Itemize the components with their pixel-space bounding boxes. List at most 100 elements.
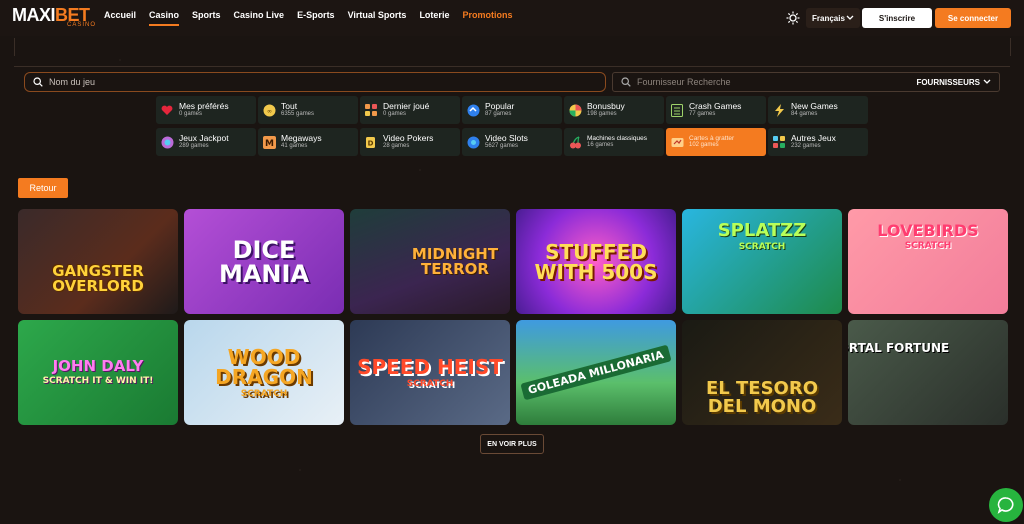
category-label: Jeux Jackpot [179, 133, 229, 144]
category-label: Crash Games [689, 101, 742, 112]
category-count: 84 games [791, 111, 818, 118]
game-title: Dice Mania [218, 235, 310, 288]
game-title: El Tesoro del Mono [705, 377, 819, 417]
category-megaways[interactable]: M Megaways 41 games [258, 128, 358, 156]
game-tile-goleada-millonaria[interactable]: Goleada Millonaria [516, 320, 676, 425]
category-last-played[interactable]: Dernier joué 0 games [360, 96, 460, 124]
category-count: 16 games [587, 142, 614, 149]
category-all[interactable]: ∞ Tout 6355 games [258, 96, 358, 124]
games-grid: Gangster Overlord Dice Mania Midnight Te… [18, 209, 1008, 425]
signup-button[interactable]: S'inscrire [862, 8, 932, 28]
chat-icon [997, 497, 1014, 514]
game-subtitle: Scratch [406, 378, 454, 389]
nav-virtual-sports[interactable]: Virtual Sports [348, 10, 407, 26]
category-grid: Mes préférés 0 games ∞ Tout 6355 games Der… [156, 96, 870, 156]
provider-search-input[interactable] [637, 77, 917, 87]
category-crash-games[interactable]: Crash Games 77 games [666, 96, 766, 124]
game-tile-john-daly[interactable]: John Daly Scratch it & win it! [18, 320, 178, 425]
category-jackpot[interactable]: Jeux Jackpot 289 games [156, 128, 256, 156]
category-video-slots[interactable]: Video Slots 5627 games [462, 128, 562, 156]
language-label: Français [812, 13, 845, 23]
game-title: Splatzz [717, 219, 807, 241]
category-count: 232 games [791, 143, 821, 150]
section-divider [14, 66, 1010, 67]
chevron-down-icon [983, 79, 991, 84]
game-search-input[interactable] [49, 77, 597, 87]
top-header: MAXIBET CASINO Accueil Casino Sports Cas… [0, 0, 1024, 36]
all-icon: ∞ [262, 103, 276, 117]
category-count: 289 games [179, 143, 209, 150]
game-title: Gangster Overlord [52, 261, 144, 295]
game-title: Lovebirds [877, 220, 979, 240]
nav-promotions[interactable]: Promotions [462, 10, 512, 26]
game-tile-speed-heist[interactable]: Speed Heist Scratch [350, 320, 510, 425]
category-label: Cartes à gratter [689, 135, 735, 143]
category-count: 0 games [383, 111, 407, 118]
providers-label: FOURNISSEURS [916, 77, 980, 87]
divider-right [1010, 38, 1011, 56]
category-new-games[interactable]: New Games 84 games [768, 96, 868, 124]
nav-sports[interactable]: Sports [192, 10, 221, 26]
category-popular[interactable]: Popular 87 games [462, 96, 562, 124]
game-tile-gangster-overlord[interactable]: Gangster Overlord [18, 209, 178, 314]
category-scratch-cards[interactable]: Cartes à gratter 102 games [666, 128, 766, 156]
category-label: Dernier joué [383, 101, 430, 112]
scratch-icon [670, 135, 684, 149]
providers-dropdown[interactable]: FOURNISSEURS [916, 78, 991, 87]
search-icon [621, 77, 631, 87]
poker-icon: D [364, 135, 378, 149]
game-title: Mortal Fortune [848, 340, 950, 355]
grid-icon [364, 103, 378, 117]
game-subtitle: Scratch [240, 388, 288, 399]
game-title: Stuffed with 500s [534, 239, 658, 284]
game-title: Midnight Terror [411, 244, 499, 278]
game-tile-splatzz[interactable]: Splatzz Scratch [682, 209, 842, 314]
nav-esports[interactable]: E-Sports [297, 10, 335, 26]
category-count: 41 games [281, 143, 308, 150]
category-label: Popular [485, 101, 515, 112]
chevron-down-icon [846, 15, 854, 20]
category-favorites[interactable]: Mes préférés 0 games [156, 96, 256, 124]
nav-casino[interactable]: Casino [149, 10, 180, 26]
game-title: John Daly [52, 357, 144, 375]
cherry-icon [568, 135, 582, 149]
category-label: Bonusbuy [587, 101, 625, 112]
login-button[interactable]: Se connecter [935, 8, 1011, 28]
game-title: Goleada Millonaria [526, 348, 666, 397]
game-tile-stuffed-with-500s[interactable]: Stuffed with 500s [516, 209, 676, 314]
chat-button[interactable] [989, 488, 1023, 522]
category-label: Tout [281, 101, 298, 112]
provider-search: FOURNISSEURS [612, 72, 1000, 92]
category-video-pokers[interactable]: D Video Pokers 28 games [360, 128, 460, 156]
game-title: Speed Heist [357, 354, 503, 379]
nav-accueil[interactable]: Accueil [104, 10, 136, 26]
logo-maxi: MAXI [12, 5, 56, 25]
see-more-button[interactable]: EN VOIR PLUS [480, 434, 544, 454]
nav-loterie[interactable]: Loterie [419, 10, 449, 26]
category-label: Video Slots [485, 133, 528, 144]
category-classic-machines[interactable]: Machines classiques 16 games [564, 128, 664, 156]
language-select[interactable]: Français [806, 8, 860, 28]
back-button[interactable]: Retour [18, 178, 68, 198]
game-tile-el-tesoro-del-mono[interactable]: El Tesoro del Mono [682, 320, 842, 425]
game-tile-midnight-terror[interactable]: Midnight Terror [350, 209, 510, 314]
divider-left [14, 38, 15, 56]
logo[interactable]: MAXIBET CASINO [12, 6, 96, 28]
game-tile-mortal-fortune[interactable]: Mortal Fortune [848, 320, 1008, 425]
category-other-games[interactable]: Autres Jeux 232 games [768, 128, 868, 156]
game-tile-dice-mania[interactable]: Dice Mania [184, 209, 344, 314]
logo-sub: CASINO [66, 22, 96, 28]
heart-icon [160, 103, 174, 117]
bonusbuy-icon [568, 103, 582, 117]
search-icon [33, 77, 43, 87]
theme-toggle-button[interactable] [784, 9, 802, 27]
nav-casino-live[interactable]: Casino Live [234, 10, 285, 26]
game-tile-lovebirds[interactable]: Lovebirds Scratch [848, 209, 1008, 314]
category-bonusbuy[interactable]: Bonusbuy 198 games [564, 96, 664, 124]
svg-text:M: M [265, 139, 274, 149]
game-title: Wood Dragon [215, 344, 313, 389]
category-count: 198 games [587, 111, 617, 118]
game-subtitle: Scratch it & win it! [42, 376, 154, 386]
game-tile-wood-dragon[interactable]: Wood Dragon Scratch [184, 320, 344, 425]
category-count: 102 games [689, 142, 719, 149]
